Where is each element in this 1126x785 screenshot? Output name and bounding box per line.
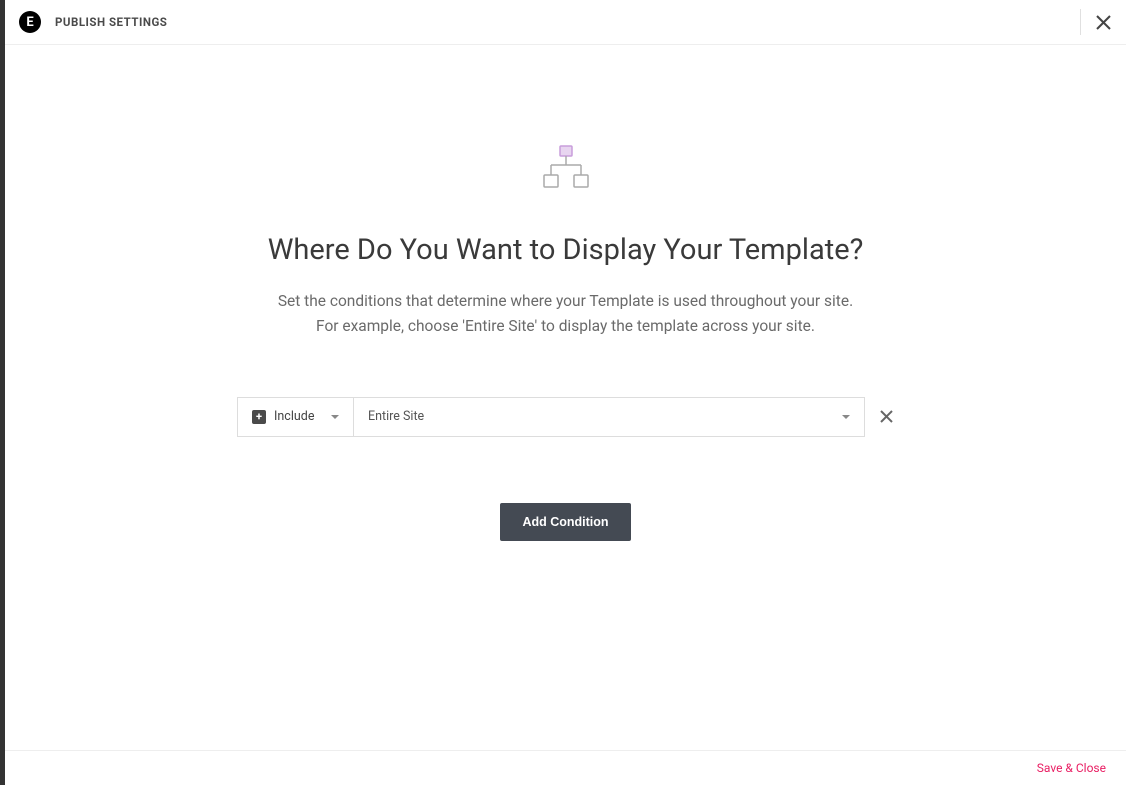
condition-row: + Include Entire Site bbox=[237, 397, 894, 437]
chevron-down-icon bbox=[842, 415, 850, 419]
remove-condition-button[interactable] bbox=[879, 409, 894, 424]
main-heading: Where Do You Want to Display Your Templa… bbox=[268, 233, 864, 267]
save-and-close-button[interactable]: Save & Close bbox=[1037, 761, 1106, 775]
include-exclude-select[interactable]: + Include bbox=[237, 397, 353, 437]
location-select[interactable]: Entire Site bbox=[353, 397, 865, 437]
close-icon bbox=[1095, 14, 1112, 31]
close-button[interactable] bbox=[1095, 14, 1112, 31]
header-divider bbox=[1080, 9, 1081, 35]
footer: Save & Close bbox=[5, 750, 1126, 785]
chevron-down-icon bbox=[331, 415, 339, 419]
logo-letter: E bbox=[26, 15, 33, 30]
header: E PUBLISH SETTINGS bbox=[5, 0, 1126, 45]
include-label: Include bbox=[274, 409, 314, 424]
main-content: Where Do You Want to Display Your Templa… bbox=[5, 45, 1126, 750]
description-line-2: For example, choose 'Entire Site' to dis… bbox=[278, 314, 853, 339]
close-icon bbox=[879, 409, 894, 424]
add-condition-button[interactable]: Add Condition bbox=[500, 503, 630, 541]
location-label: Entire Site bbox=[368, 409, 424, 424]
description-line-1: Set the conditions that determine where … bbox=[278, 289, 853, 314]
page-title: PUBLISH SETTINGS bbox=[55, 15, 167, 29]
plus-icon: + bbox=[252, 410, 266, 424]
description: Set the conditions that determine where … bbox=[278, 289, 853, 339]
sitemap-icon bbox=[542, 145, 590, 193]
elementor-logo: E bbox=[19, 11, 41, 33]
